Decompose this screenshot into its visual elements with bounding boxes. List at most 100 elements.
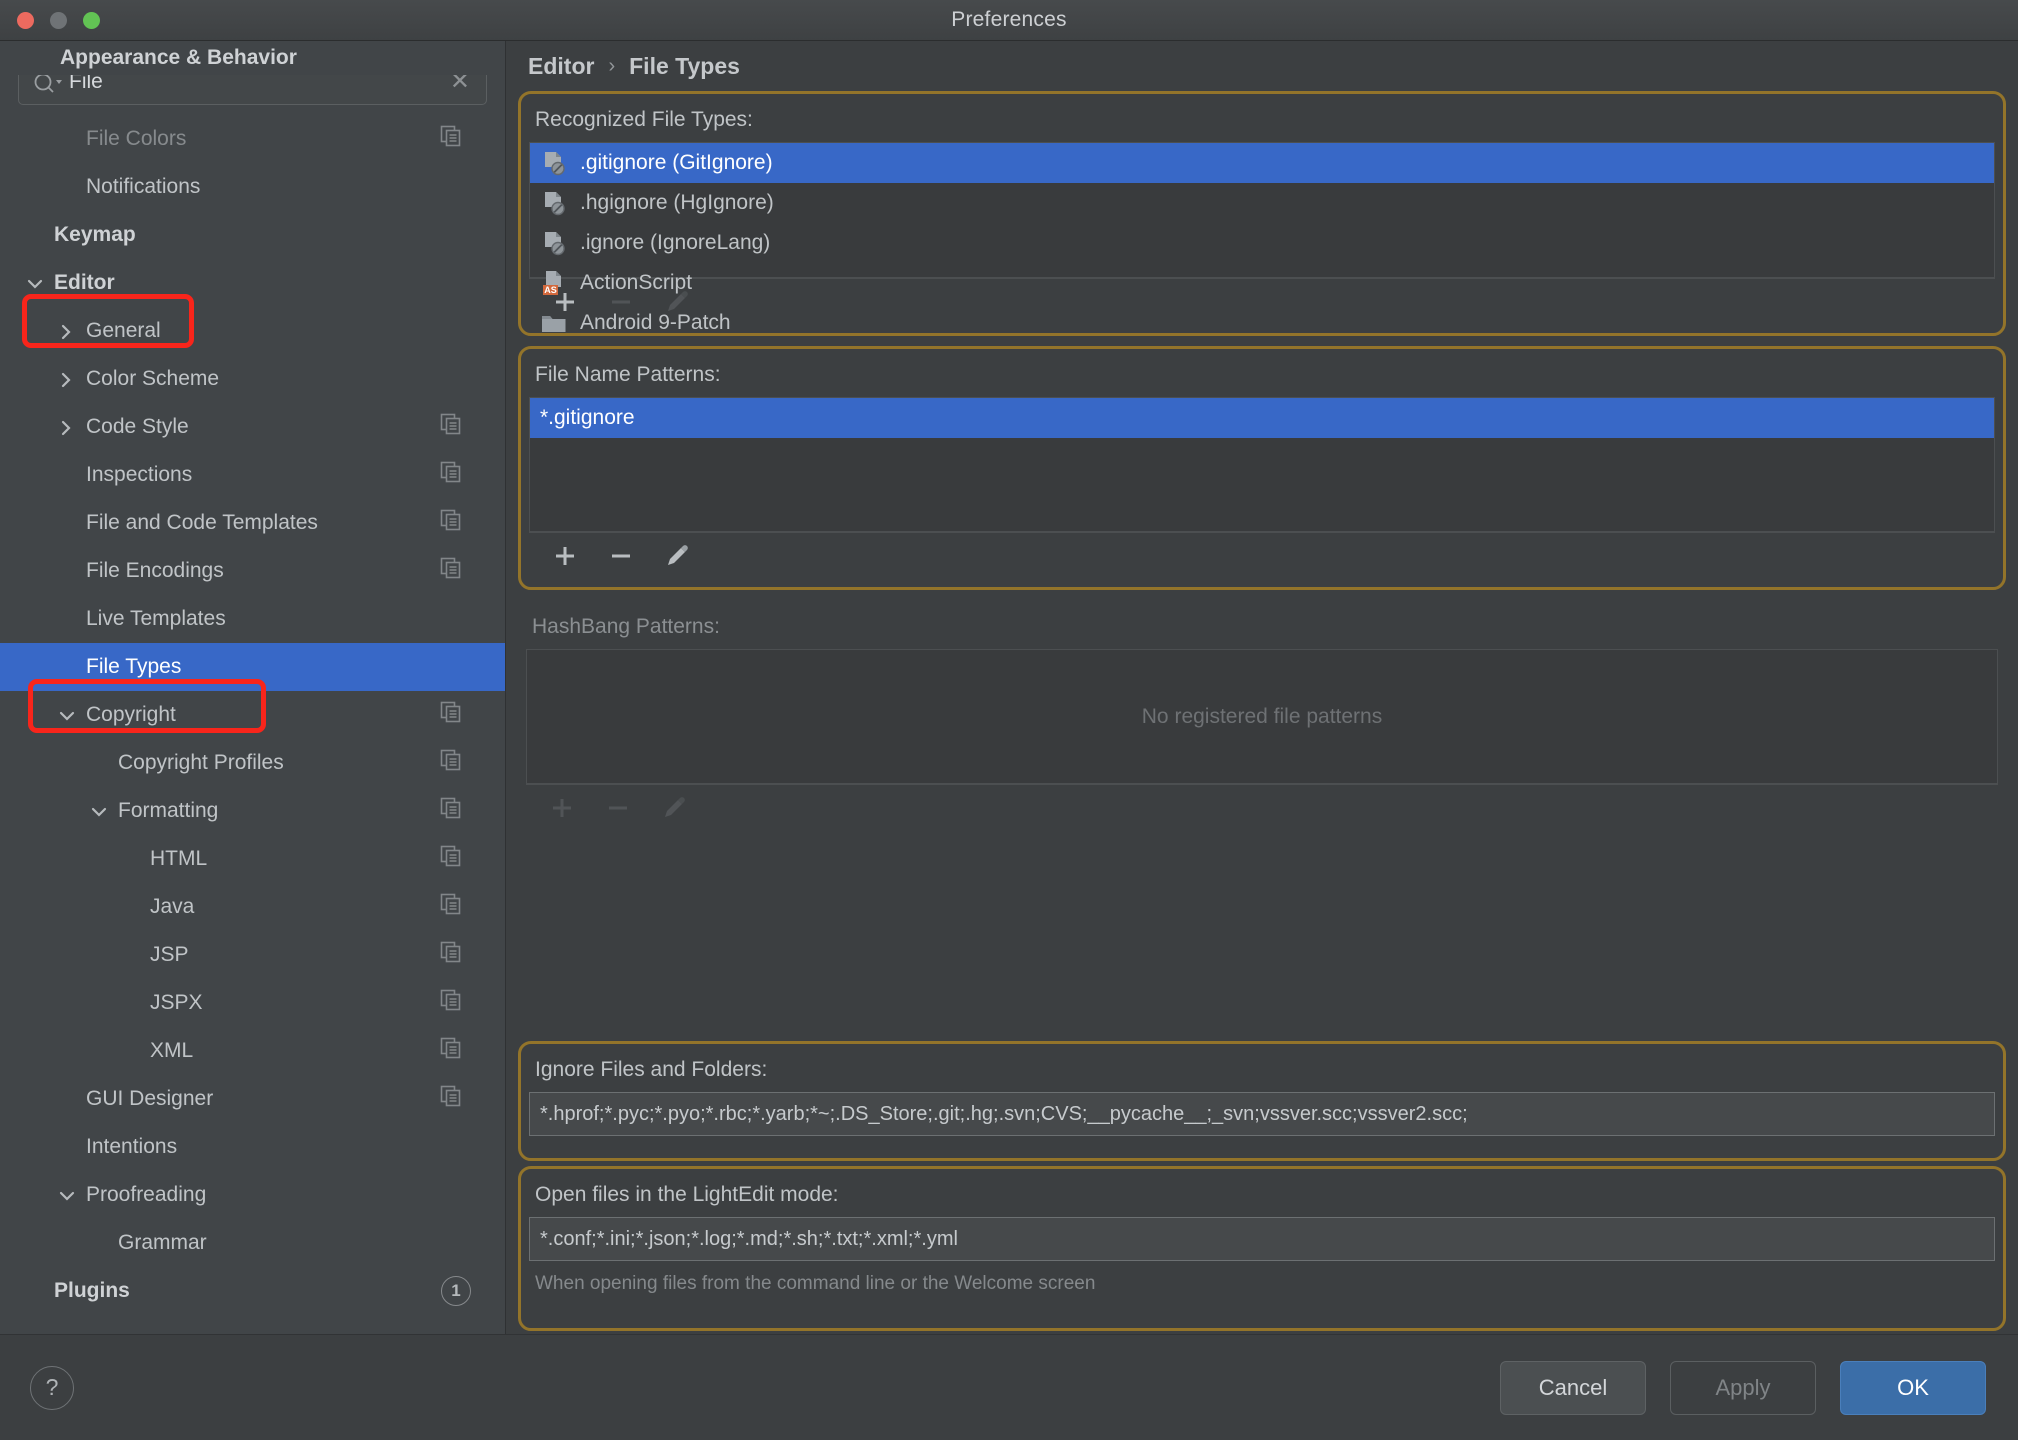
copy-settings-icon[interactable] — [439, 460, 463, 490]
sidebar-item-proofreading[interactable]: Proofreading — [0, 1171, 505, 1219]
list-item-label: .ignore (IgnoreLang) — [580, 231, 770, 255]
copy-settings-icon[interactable] — [439, 124, 463, 154]
hashbang-patterns-list: No registered file patterns — [526, 649, 1998, 784]
patterns-toolbar — [529, 532, 1995, 578]
sidebar-item-html[interactable]: HTML — [0, 835, 505, 883]
edit-button[interactable] — [663, 542, 691, 570]
sidebar-item-grammar[interactable]: Grammar — [0, 1219, 505, 1267]
lightedit-hint: When opening files from the command line… — [521, 1261, 2003, 1305]
sidebar-item-gui-designer[interactable]: GUI Designer — [0, 1075, 505, 1123]
sidebar-item-label: Color Scheme — [86, 367, 505, 391]
help-button[interactable]: ? — [30, 1366, 74, 1410]
list-item[interactable]: .hgignore (HgIgnore) — [530, 183, 1994, 223]
remove-button — [604, 794, 632, 822]
ignore-files-input[interactable]: *.hprof;*.pyc;*.pyo;*.rbc;*.yarb;*~;.DS_… — [529, 1092, 1995, 1136]
close-button[interactable] — [17, 12, 34, 29]
sidebar-item-label: Plugins — [54, 1279, 505, 1303]
chevron-right-icon[interactable] — [56, 368, 78, 390]
lightedit-group: Open files in the LightEdit mode: *.conf… — [518, 1166, 2006, 1331]
copy-settings-icon[interactable] — [439, 844, 463, 874]
twisty-placeholder — [24, 224, 46, 246]
twisty-placeholder — [56, 128, 78, 150]
chevron-down-icon[interactable] — [24, 272, 46, 294]
sidebar-item-label: Editor — [54, 271, 505, 295]
copy-settings-icon[interactable] — [439, 892, 463, 922]
sidebar-item-formatting[interactable]: Formatting — [0, 787, 505, 835]
apply-button[interactable]: Apply — [1670, 1361, 1816, 1415]
minimize-button[interactable] — [50, 12, 67, 29]
copy-settings-icon[interactable] — [439, 700, 463, 730]
add-button — [548, 794, 576, 822]
chevron-down-icon[interactable] — [56, 1184, 78, 1206]
twisty-placeholder — [56, 1088, 78, 1110]
twisty-placeholder — [56, 560, 78, 582]
sidebar-item-intentions[interactable]: Intentions — [0, 1123, 505, 1171]
sidebar-item-copyright-profiles[interactable]: Copyright Profiles — [0, 739, 505, 787]
sidebar-item-jsp[interactable]: JSP — [0, 931, 505, 979]
sidebar-item-code-style[interactable]: Code Style — [0, 403, 505, 451]
sidebar-item-plugins[interactable]: Plugins1 — [0, 1267, 505, 1315]
recognized-file-types-list[interactable]: .gitignore (GitIgnore).hgignore (HgIgnor… — [529, 142, 1995, 278]
traffic-lights — [17, 12, 100, 29]
sidebar-item-live-templates[interactable]: Live Templates — [0, 595, 505, 643]
sidebar-item-copyright[interactable]: Copyright — [0, 691, 505, 739]
settings-tree: File ColorsNotificationsKeymap Editor Gene… — [0, 115, 505, 1315]
breadcrumb-current: File Types — [629, 53, 740, 80]
recognized-file-types-group: Recognized File Types: .gitignore (GitIg… — [518, 91, 2006, 336]
sidebar-item-file-encodings[interactable]: File Encodings — [0, 547, 505, 595]
copy-settings-icon[interactable] — [439, 1036, 463, 1066]
ignore-files-label: Ignore Files and Folders: — [521, 1044, 2003, 1092]
chevron-right-icon[interactable] — [56, 320, 78, 342]
sidebar-item-editor[interactable]: Editor — [0, 259, 505, 307]
add-button[interactable] — [551, 288, 579, 316]
sidebar-item-color-scheme[interactable]: Color Scheme — [0, 355, 505, 403]
copy-settings-icon[interactable] — [439, 508, 463, 538]
twisty-placeholder — [56, 464, 78, 486]
copy-settings-icon[interactable] — [439, 988, 463, 1018]
remove-button — [607, 288, 635, 316]
copy-settings-icon[interactable] — [439, 556, 463, 586]
add-button[interactable] — [551, 542, 579, 570]
hashbang-label: HashBang Patterns: — [518, 601, 2006, 649]
twisty-placeholder — [56, 656, 78, 678]
sidebar-item-file-and-code-templates[interactable]: File and Code Templates — [0, 499, 505, 547]
copy-settings-icon[interactable] — [439, 1084, 463, 1114]
twisty-placeholder — [88, 1232, 110, 1254]
chevron-down-icon[interactable] — [88, 800, 110, 822]
sidebar-item-xml[interactable]: XML — [0, 1027, 505, 1075]
copy-settings-icon[interactable] — [439, 748, 463, 778]
remove-button[interactable] — [607, 542, 635, 570]
chevron-right-icon[interactable] — [56, 416, 78, 438]
list-item[interactable]: .gitignore (GitIgnore) — [530, 143, 1994, 183]
cancel-button[interactable]: Cancel — [1500, 1361, 1646, 1415]
hashbang-toolbar — [526, 784, 1998, 830]
zoom-button[interactable] — [83, 12, 100, 29]
chevron-down-icon[interactable] — [56, 704, 78, 726]
copy-settings-icon[interactable] — [439, 796, 463, 826]
sidebar-item-notifications[interactable]: Notifications — [0, 163, 505, 211]
twisty-placeholder — [120, 848, 142, 870]
copy-settings-icon[interactable] — [439, 940, 463, 970]
settings-pane: Editor › File Types Recognized File Type… — [506, 41, 2018, 1334]
list-item[interactable]: .ignore (IgnoreLang) — [530, 223, 1994, 263]
sidebar-item-jspx[interactable]: JSPX — [0, 979, 505, 1027]
file-name-patterns-list[interactable]: *.gitignore — [529, 397, 1995, 532]
sidebar-item-file-colors[interactable]: File Colors — [0, 115, 505, 163]
sidebar-item-file-types[interactable]: File Types — [0, 643, 505, 691]
ok-button[interactable]: OK — [1840, 1361, 1986, 1415]
sidebar-item-java[interactable]: Java — [0, 883, 505, 931]
hashbang-empty-message: No registered file patterns — [527, 650, 1997, 783]
breadcrumb-parent[interactable]: Editor — [528, 53, 594, 80]
recognized-toolbar — [529, 278, 1995, 324]
sidebar-item-label: Live Templates — [86, 607, 505, 631]
list-item[interactable]: *.gitignore — [530, 398, 1994, 438]
sidebar-item-inspections[interactable]: Inspections — [0, 451, 505, 499]
lightedit-input[interactable]: *.conf;*.ini;*.json;*.log;*.md;*.sh;*.tx… — [529, 1217, 1995, 1261]
plugins-update-badge: 1 — [441, 1276, 471, 1306]
footer-buttons: Cancel Apply OK — [1500, 1361, 1986, 1415]
sidebar-item-keymap[interactable]: Keymap — [0, 211, 505, 259]
copy-settings-icon[interactable] — [439, 412, 463, 442]
twisty-placeholder — [120, 896, 142, 918]
sidebar-item-general[interactable]: General — [0, 307, 505, 355]
file-ignore-icon — [540, 229, 568, 257]
